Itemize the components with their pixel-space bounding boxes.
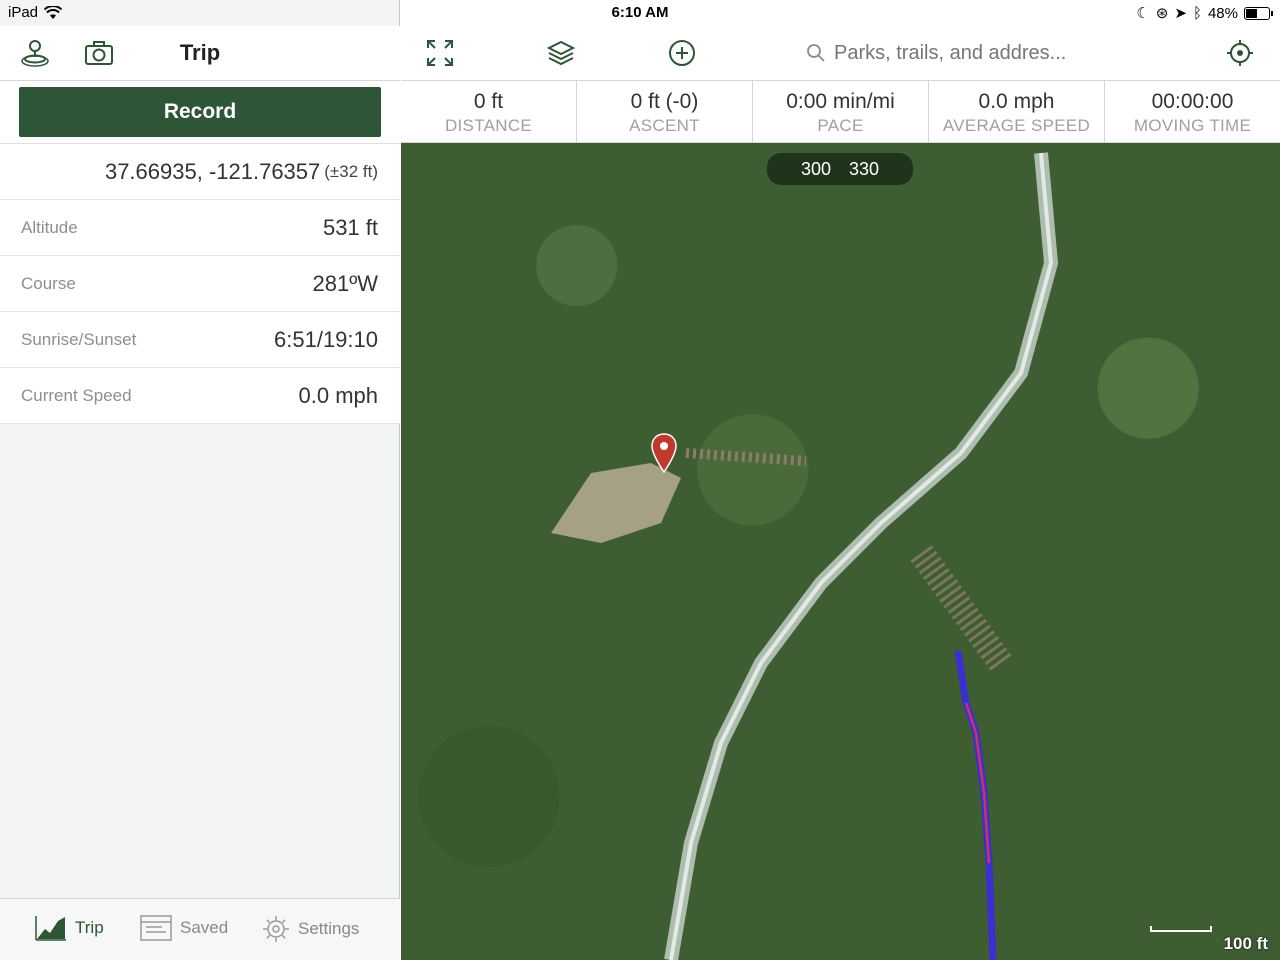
trip-stats: 0 ft DISTANCE 0 ft (-0) ASCENT 0:00 min/… — [401, 81, 1280, 143]
tab-trip[interactable]: Trip — [35, 915, 104, 941]
map-pin-icon[interactable] — [651, 433, 677, 473]
stat-ascent-label: ASCENT — [629, 116, 700, 135]
altitude-value: 531 ft — [322, 214, 378, 240]
moon-icon: ☾ — [1136, 5, 1150, 22]
bluetooth-icon: ᛒ — [1192, 4, 1202, 22]
stat-average-speed: 0.0 mph AVERAGE SPEED — [929, 81, 1105, 142]
stat-ascent: 0 ft (-0) ASCENT — [577, 81, 753, 142]
current-speed-row: Current Speed 0.0 mph — [0, 368, 400, 424]
stat-pace-label: PACE — [817, 116, 864, 135]
battery-percent: 48% — [1207, 4, 1238, 22]
coordinates-value: 37.66935, -121.76357 — [104, 158, 321, 184]
sunrise-sunset-value: 6:51/19:10 — [274, 326, 378, 352]
scale-label: 100 ft — [1223, 934, 1268, 953]
coordinates-row: 37.66935, -121.76357 (±32 ft) — [0, 144, 400, 200]
tab-settings-label: Settings — [298, 919, 360, 938]
record-section: Record — [0, 81, 400, 143]
status-time: 6:10 AM — [611, 4, 669, 21]
course-row: Course 281ºW — [0, 256, 400, 312]
sidebar-header: Trip — [0, 26, 400, 81]
stat-moving-time-value: 00:00:00 — [1151, 90, 1234, 113]
boardwalk — [685, 448, 807, 466]
gps-track — [954, 650, 997, 960]
sidebar: Trip Record 37.66935, -121.76357 (±32 ft… — [0, 0, 400, 960]
gear-icon — [263, 916, 289, 942]
location-arrow-icon: ➤ — [1174, 5, 1187, 22]
compass-left-value: 300 — [800, 158, 831, 179]
stat-average-speed-label: AVERAGE SPEED — [942, 116, 1091, 135]
tab-trip-label: Trip — [75, 918, 104, 937]
compass-right-value: 330 — [849, 158, 880, 179]
stat-ascent-value: 0 ft (-0) — [630, 90, 699, 113]
creek-highlight — [669, 152, 1054, 960]
tab-bar: Trip Saved Settings — [0, 898, 400, 960]
layers-icon[interactable] — [546, 38, 576, 68]
document-icon — [140, 915, 172, 941]
boardwalk-bridge — [910, 545, 1012, 671]
chart-icon — [35, 916, 66, 941]
stat-pace-value: 0:00 min/mi — [786, 90, 895, 113]
stat-moving-time-label: MOVING TIME — [1133, 116, 1252, 135]
search-bar[interactable] — [806, 38, 1106, 68]
stat-distance-value: 0 ft — [473, 90, 504, 113]
add-icon[interactable] — [667, 38, 697, 68]
creek — [664, 152, 1059, 960]
map-toolbar — [401, 26, 1280, 81]
stat-moving-time: 00:00:00 MOVING TIME — [1105, 81, 1280, 142]
search-icon — [807, 44, 825, 62]
accuracy-value: (±32 ft) — [324, 161, 378, 181]
scale-line — [1150, 926, 1212, 932]
current-speed-label: Current Speed — [21, 385, 132, 405]
sunrise-sunset-label: Sunrise/Sunset — [21, 329, 137, 349]
clearing-area — [551, 463, 681, 543]
stat-distance-label: DISTANCE — [444, 116, 533, 135]
compass-heading: 300 330 — [767, 153, 913, 185]
tab-settings[interactable]: Settings — [262, 915, 359, 943]
tab-saved[interactable]: Saved — [140, 915, 228, 941]
tab-saved-label: Saved — [180, 918, 229, 937]
scale-bar: 100 ft — [1150, 926, 1268, 954]
satellite-map[interactable]: 300 330 100 ft — [401, 143, 1280, 960]
status-bar: iPad 6:10 AM ☾ ⊛ ➤ ᛒ 48% — [0, 0, 1280, 26]
page-title: Trip — [179, 40, 221, 65]
course-value: 281ºW — [312, 270, 378, 296]
stat-average-speed-value: 0.0 mph — [978, 90, 1055, 113]
altitude-label: Altitude — [21, 217, 78, 237]
stat-distance: 0 ft DISTANCE — [401, 81, 577, 142]
stat-pace: 0:00 min/mi PACE — [753, 81, 929, 142]
current-speed-value: 0.0 mph — [298, 382, 379, 408]
crosshair-locate-icon[interactable] — [1225, 38, 1255, 68]
search-input[interactable] — [834, 41, 1104, 65]
fullscreen-icon[interactable] — [425, 38, 455, 68]
course-label: Course — [21, 273, 76, 293]
battery-icon — [1244, 6, 1273, 20]
trip-info-list: 37.66935, -121.76357 (±32 ft) Altitude 5… — [0, 143, 400, 424]
status-right: ☾ ⊛ ➤ ᛒ 48% — [1136, 4, 1273, 22]
map-features — [551, 152, 1059, 960]
altitude-row: Altitude 531 ft — [0, 200, 400, 256]
sunrise-sunset-row: Sunrise/Sunset 6:51/19:10 — [0, 312, 400, 368]
record-button[interactable]: Record — [19, 87, 381, 137]
lock-rotation-icon: ⊛ — [1155, 5, 1169, 22]
